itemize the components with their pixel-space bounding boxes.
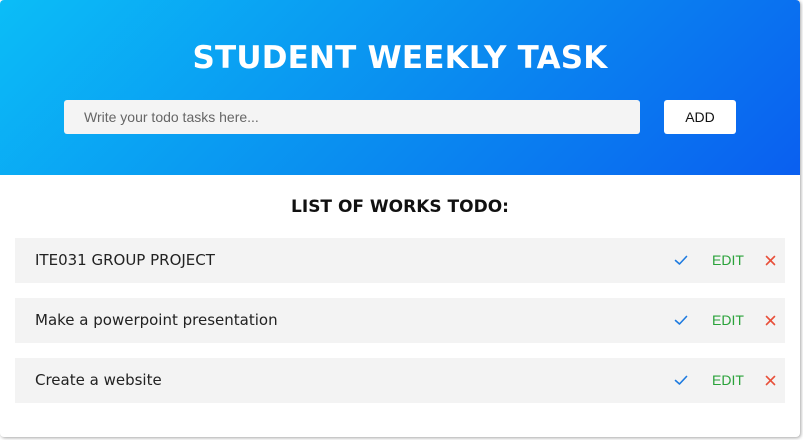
check-icon[interactable] bbox=[673, 372, 689, 388]
edit-button[interactable]: EDIT bbox=[712, 298, 744, 343]
close-icon[interactable] bbox=[765, 315, 776, 326]
task-text: Create a website bbox=[35, 371, 162, 389]
add-button[interactable]: ADD bbox=[664, 100, 736, 134]
page-title: STUDENT WEEKLY TASK bbox=[192, 40, 608, 76]
task-item: ITE031 GROUP PROJECT EDIT bbox=[15, 238, 785, 283]
close-icon[interactable] bbox=[765, 255, 776, 266]
edit-button[interactable]: EDIT bbox=[712, 238, 744, 283]
header-banner: STUDENT WEEKLY TASK ADD bbox=[0, 0, 800, 175]
task-text: ITE031 GROUP PROJECT bbox=[35, 251, 215, 269]
todo-input[interactable] bbox=[64, 100, 640, 134]
close-icon[interactable] bbox=[765, 375, 776, 386]
todo-card: STUDENT WEEKLY TASK ADD LIST OF WORKS TO… bbox=[0, 0, 800, 437]
task-item: Create a website EDIT bbox=[15, 358, 785, 403]
list-title: LIST OF WORKS TODO: bbox=[291, 197, 509, 217]
check-icon[interactable] bbox=[673, 312, 689, 328]
task-item: Make a powerpoint presentation EDIT bbox=[15, 298, 785, 343]
task-text: Make a powerpoint presentation bbox=[35, 311, 278, 329]
check-icon[interactable] bbox=[673, 252, 689, 268]
edit-button[interactable]: EDIT bbox=[712, 358, 744, 403]
